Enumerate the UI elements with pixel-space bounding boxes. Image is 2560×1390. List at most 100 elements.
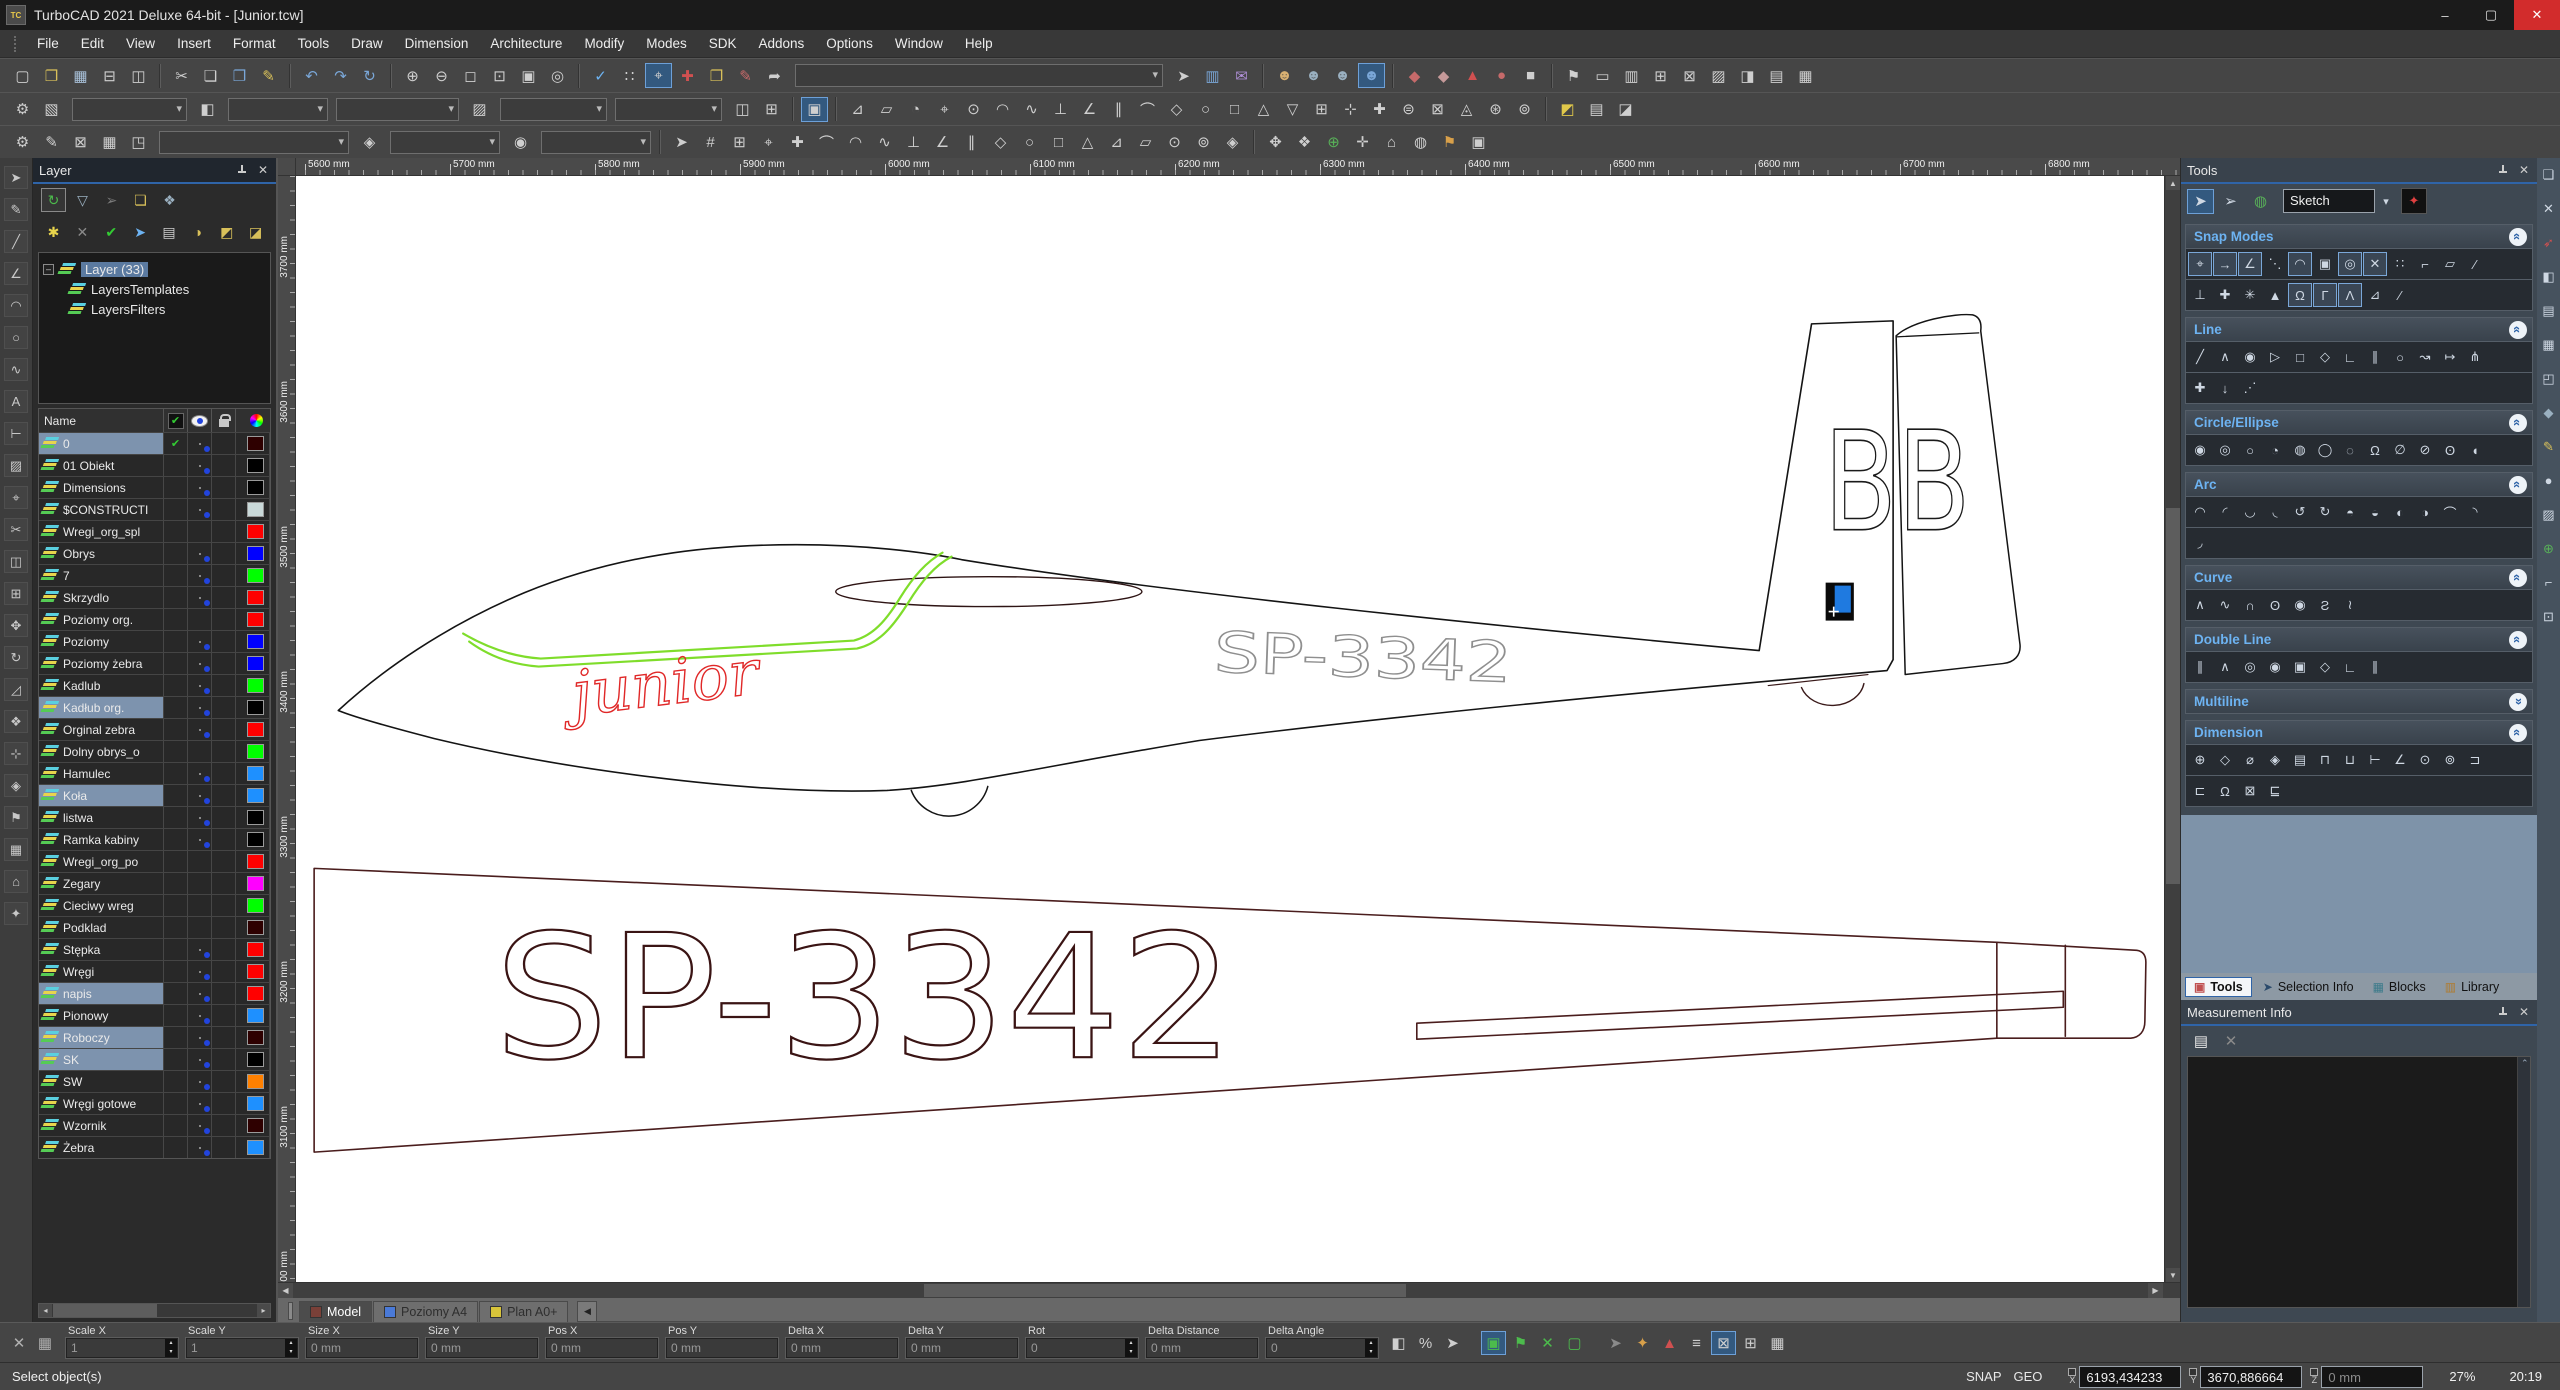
layer-row[interactable]: Skrzydlo <box>39 586 270 608</box>
wing-registration-text[interactable]: SP-3342 <box>493 897 1235 1099</box>
world-icon[interactable]: ◍ <box>2247 189 2274 214</box>
circle-diameter-icon[interactable]: ○ <box>2238 438 2262 462</box>
layer-row[interactable]: 0 <box>39 432 270 454</box>
snap-target-icon[interactable]: ⌖ <box>755 130 782 155</box>
star-circle-icon[interactable]: ⊛ <box>1482 97 1509 122</box>
circle-icon[interactable]: ○ <box>1192 97 1219 122</box>
layer-row[interactable]: 01 Obiekt <box>39 454 270 476</box>
layer-color-swatch[interactable] <box>247 590 264 605</box>
field-input[interactable]: 0 mm <box>786 1338 898 1358</box>
geo-indicator[interactable]: GEO <box>2014 1369 2043 1384</box>
layer-row[interactable]: Wręgi <box>39 960 270 982</box>
layer-lock-toggle[interactable] <box>212 763 236 784</box>
dimension-tool-icon[interactable]: ⊢ <box>4 422 28 445</box>
select-frame-icon[interactable]: ⊡ <box>2543 610 2554 624</box>
filter-layers-icon[interactable]: ▽ <box>70 188 95 212</box>
grid-table-icon[interactable]: ▦ <box>96 130 123 155</box>
ring-icon[interactable]: ⊚ <box>1511 97 1538 122</box>
field-input[interactable]: 0 <box>1266 1338 1378 1358</box>
layer-lock-toggle[interactable] <box>212 939 236 960</box>
arc-concave-icon[interactable]: ◡ <box>2238 500 2262 524</box>
layer-lock-toggle[interactable] <box>212 1115 236 1136</box>
snap-arc-center-icon[interactable]: ◎ <box>2338 252 2362 276</box>
layer-lock-toggle[interactable] <box>212 961 236 982</box>
user-share-icon[interactable]: ☻ <box>1329 63 1356 88</box>
layer-color-swatch[interactable] <box>247 788 264 803</box>
fuselage-registration-text[interactable]: SP-3342 <box>1212 620 1514 696</box>
scrollbar-thumb[interactable] <box>923 1284 1406 1297</box>
Format[interactable]: Format <box>222 30 287 57</box>
array-tool-icon[interactable]: ⊞ <box>4 582 28 605</box>
delete-green-icon[interactable]: ✕ <box>1535 1331 1560 1355</box>
shade-icon[interactable]: ◨ <box>1734 63 1761 88</box>
home-view-icon[interactable]: ⌂ <box>1378 130 1405 155</box>
star-colored-icon[interactable]: ✦ <box>1630 1331 1655 1355</box>
snap-free-icon[interactable]: ⌖ <box>2188 252 2212 276</box>
close-icon[interactable]: ✕ <box>256 163 270 177</box>
dline-perp-icon[interactable]: ∟ <box>2338 655 2362 679</box>
home-tool-icon[interactable]: ⌂ <box>4 870 28 893</box>
dim-angular-icon[interactable]: ∠ <box>2388 748 2412 772</box>
zoom-out-icon[interactable]: ⊖ <box>428 63 455 88</box>
collapse-section-icon[interactable] <box>2509 321 2527 339</box>
cone-icon[interactable]: ◬ <box>1453 97 1480 122</box>
layer-name[interactable]: Wręgi <box>63 965 163 979</box>
triangle-down-icon[interactable]: ▽ <box>1279 97 1306 122</box>
spinner-icon[interactable] <box>1125 1339 1137 1357</box>
layer-name[interactable]: Kadlub <box>63 679 163 693</box>
no-fill-icon[interactable]: ⊠ <box>1711 1331 1736 1355</box>
ucs-icon[interactable]: ◳ <box>125 130 152 155</box>
layer-lock-toggle[interactable] <box>212 653 236 674</box>
layer-row[interactable]: Żebra <box>39 1136 270 1158</box>
table-tool-icon[interactable]: ▦ <box>4 838 28 861</box>
layer-row[interactable]: Koła <box>39 784 270 806</box>
layer-lock-toggle[interactable] <box>212 499 236 520</box>
select-arrow-icon[interactable]: ➤ <box>2187 188 2214 214</box>
collapse-section-icon[interactable] <box>2509 631 2527 649</box>
flag-icon[interactable]: ⚑ <box>1436 130 1463 155</box>
snap-tangent-icon[interactable]: ∕ <box>2463 252 2487 276</box>
arc-tangent-icon[interactable]: ◟ <box>2263 500 2287 524</box>
user-profile-icon[interactable]: ☻ <box>1271 63 1298 88</box>
circle-point-icon[interactable]: ⊙ <box>960 97 987 122</box>
fill-color-icon[interactable]: ◩ <box>1554 97 1581 122</box>
circle-omega-icon[interactable]: Ω <box>2363 438 2387 462</box>
rudder-top-line[interactable] <box>1895 332 1980 338</box>
curve-spline-icon[interactable]: ∿ <box>2213 593 2237 617</box>
layer-color-swatch[interactable] <box>247 1096 264 1111</box>
dim-center-icon[interactable]: ⊠ <box>2238 779 2262 803</box>
arc-point-icon[interactable]: ◔ <box>902 97 929 122</box>
copy-icon[interactable]: ❏ <box>197 63 224 88</box>
close-icon[interactable]: ✕ <box>2517 163 2531 177</box>
array-grid-icon[interactable]: ⊞ <box>726 130 753 155</box>
layout-icon[interactable]: ▥ <box>1618 63 1645 88</box>
line-polygon-icon[interactable]: ○ <box>2388 345 2412 369</box>
table-icon[interactable]: ▦ <box>1792 63 1819 88</box>
layer-row[interactable]: Dimensions <box>39 476 270 498</box>
layer-color-swatch[interactable] <box>247 678 264 693</box>
snap-indicator[interactable]: SNAP <box>1966 1369 2001 1384</box>
pen-tool-icon[interactable]: ✎ <box>4 198 28 221</box>
Options[interactable]: Options <box>815 30 884 57</box>
user-group-icon[interactable]: ☻ <box>1300 63 1327 88</box>
toggle-visible-icon[interactable]: ◑ <box>185 220 210 244</box>
block-tool-icon[interactable]: ◈ <box>4 774 28 797</box>
layer-lock-toggle[interactable] <box>212 741 236 762</box>
layer-name[interactable]: 01 Obiekt <box>63 459 163 473</box>
cross-icon[interactable]: ✛ <box>1349 130 1376 155</box>
layer-active-check[interactable] <box>171 437 180 450</box>
sketch-edit-icon[interactable]: ✎ <box>2543 440 2554 454</box>
measurement-clear-icon[interactable]: ✕ <box>2219 1030 2243 1052</box>
dim-continuous-icon[interactable]: ⊔ <box>2338 748 2362 772</box>
layer-row[interactable]: Wręgi gotowe <box>39 1092 270 1114</box>
tri-icon[interactable]: △ <box>1074 130 1101 155</box>
spinner-icon[interactable] <box>1365 1339 1377 1357</box>
line-perpendicular-icon[interactable]: ∟ <box>2338 345 2362 369</box>
redo-all-icon[interactable]: ↻ <box>356 63 383 88</box>
pen-style-icon[interactable]: ◧ <box>194 97 221 122</box>
line-bisector-icon[interactable]: ⋔ <box>2463 345 2487 369</box>
active-tool-icon[interactable]: ✦ <box>2401 188 2427 214</box>
format-painter-icon[interactable]: ✎ <box>255 63 282 88</box>
color-column-header[interactable] <box>242 409 270 432</box>
mirror-icon[interactable]: ◫ <box>729 97 756 122</box>
